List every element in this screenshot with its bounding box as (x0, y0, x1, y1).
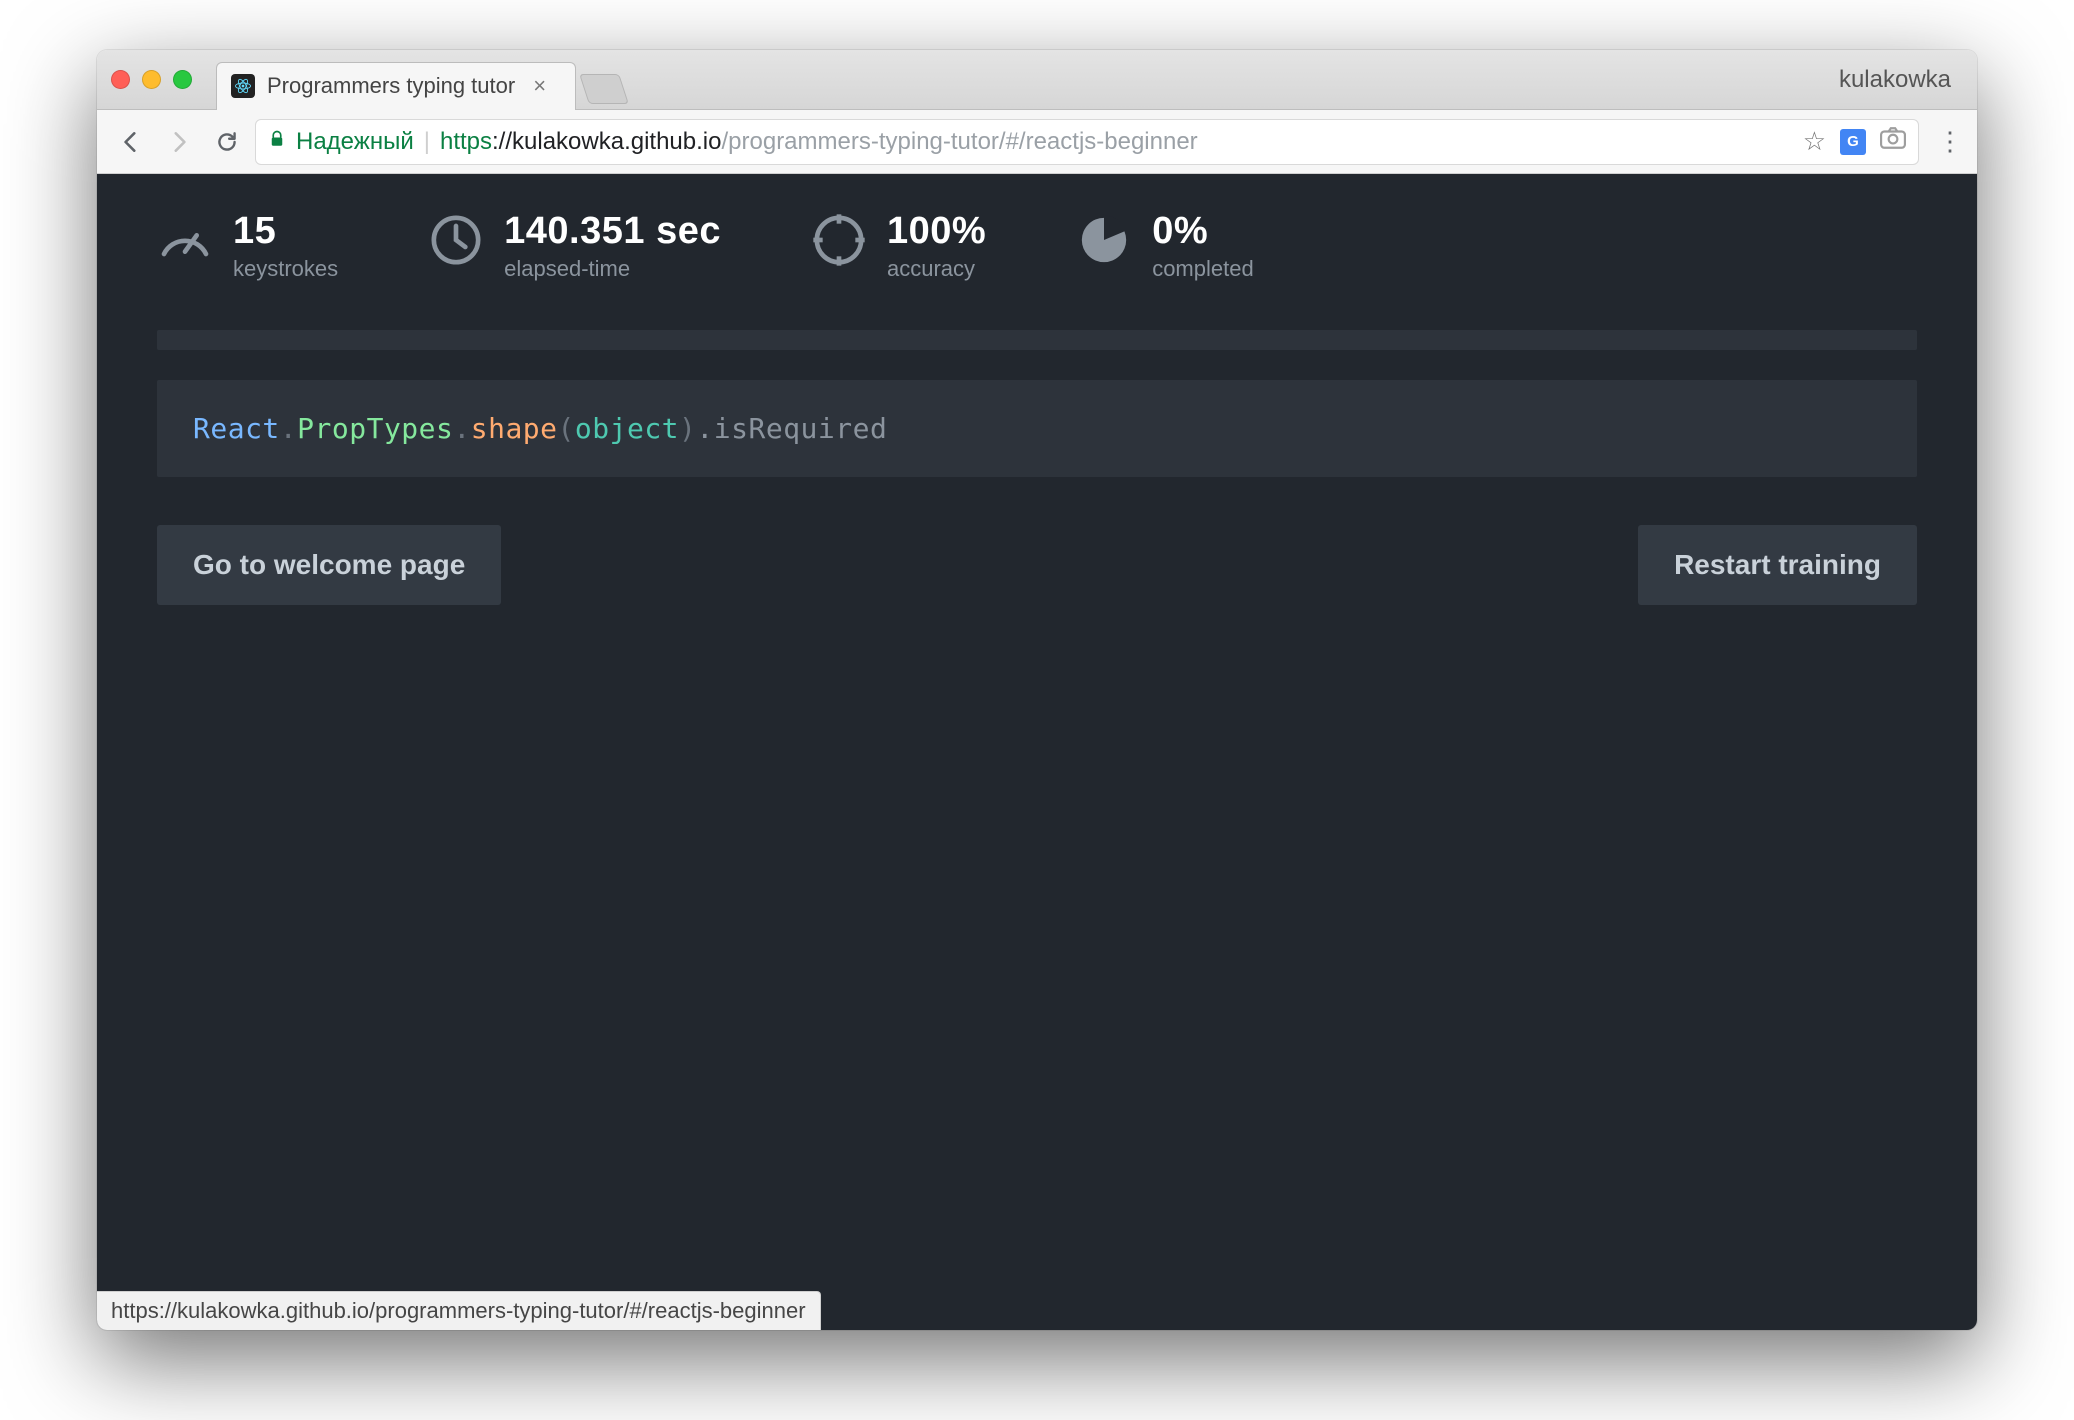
bookmark-star-icon[interactable]: ☆ (1803, 126, 1826, 157)
browser-window: Programmers typing tutor × kulakowka Над… (97, 50, 1977, 1330)
profile-name[interactable]: kulakowka (1839, 66, 1963, 94)
keystrokes-value: 15 (233, 212, 338, 252)
secure-label: Надежный (296, 128, 414, 156)
stat-accuracy: 100% accuracy (811, 212, 986, 282)
completed-label: completed (1152, 256, 1254, 282)
omnibox-actions: ☆ G (1803, 126, 1906, 157)
reload-button[interactable] (207, 122, 247, 162)
restart-training-button[interactable]: Restart training (1638, 525, 1917, 605)
lock-icon (268, 129, 286, 155)
keystrokes-label: keystrokes (233, 256, 338, 282)
close-window-button[interactable] (111, 70, 130, 89)
forward-button[interactable] (159, 122, 199, 162)
actions-row: Go to welcome page Restart training (157, 525, 1917, 605)
go-to-welcome-button[interactable]: Go to welcome page (157, 525, 501, 605)
tab-title: Programmers typing tutor (267, 73, 515, 99)
react-favicon-icon (231, 74, 255, 98)
pie-icon (1076, 212, 1132, 268)
new-tab-button[interactable] (579, 74, 629, 104)
address-bar[interactable]: Надежный | https://kulakowka.github.io/p… (255, 119, 1919, 165)
accuracy-value: 100% (887, 212, 986, 252)
stat-keystrokes: 15 keystrokes (157, 212, 338, 282)
maximize-window-button[interactable] (173, 70, 192, 89)
progress-bar (157, 330, 1917, 350)
stat-completed: 0% completed (1076, 212, 1254, 282)
app-content: 15 keystrokes 140.351 sec elapsed-time (97, 174, 1977, 1330)
separator: | (424, 128, 430, 156)
translate-icon[interactable]: G (1840, 129, 1866, 155)
back-button[interactable] (111, 122, 151, 162)
minimize-window-button[interactable] (142, 70, 161, 89)
elapsed-label: elapsed-time (504, 256, 721, 282)
stat-elapsed-time: 140.351 sec elapsed-time (428, 212, 721, 282)
clock-icon (428, 212, 484, 268)
browser-tab[interactable]: Programmers typing tutor × (216, 62, 576, 110)
completed-value: 0% (1152, 212, 1254, 252)
target-icon (811, 212, 867, 268)
toolbar: Надежный | https://kulakowka.github.io/p… (97, 110, 1977, 174)
stats-row: 15 keystrokes 140.351 sec elapsed-time (157, 212, 1917, 282)
speedometer-icon (157, 212, 213, 268)
menu-button[interactable]: ⋮ (1937, 126, 1963, 157)
typing-target[interactable]: React.PropTypes.shape(object).isRequired (157, 380, 1917, 477)
window-controls (111, 70, 192, 89)
url-text: https://kulakowka.github.io/programmers-… (440, 128, 1198, 156)
titlebar: Programmers typing tutor × kulakowka (97, 50, 1977, 110)
status-bar: https://kulakowka.github.io/programmers-… (97, 1291, 821, 1330)
close-tab-icon[interactable]: × (533, 73, 546, 99)
elapsed-value: 140.351 sec (504, 212, 721, 252)
accuracy-label: accuracy (887, 256, 986, 282)
screenshot-icon[interactable] (1880, 127, 1906, 156)
